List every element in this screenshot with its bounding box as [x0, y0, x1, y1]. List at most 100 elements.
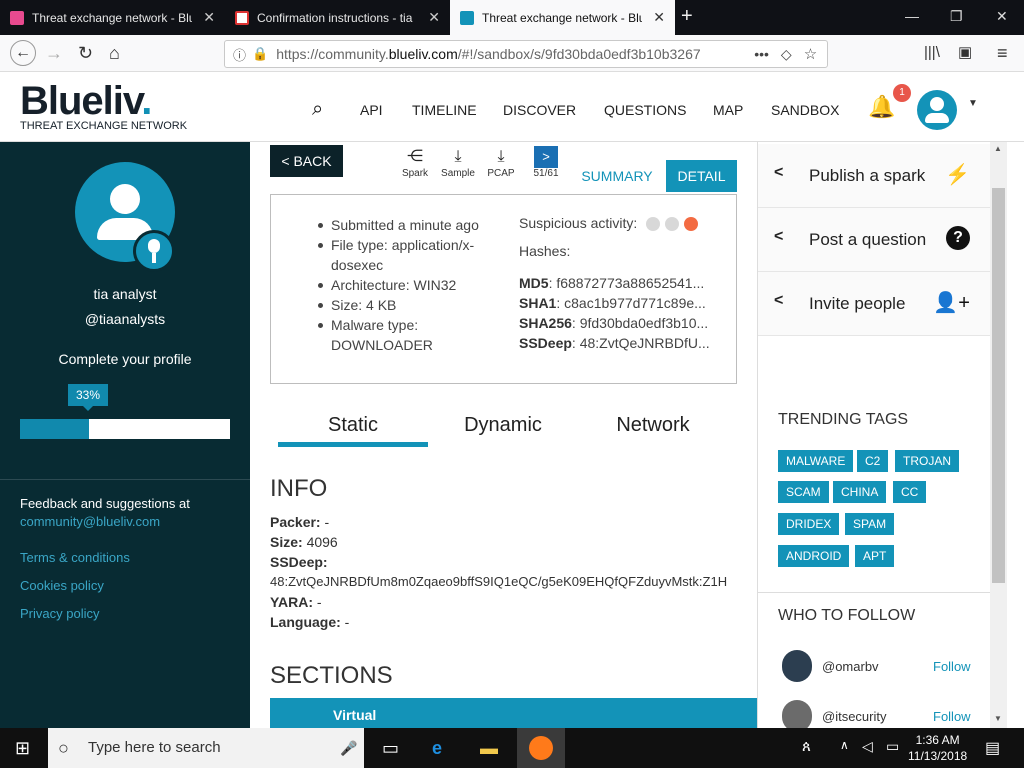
nav-map[interactable]: MAP: [713, 102, 743, 118]
volume-icon[interactable]: ◁: [862, 738, 873, 755]
new-tab-icon[interactable]: +: [681, 5, 693, 28]
invite-people-button[interactable]: < Invite people 👤+: [758, 272, 990, 336]
edge-icon[interactable]: e: [432, 738, 442, 759]
notification-bell-icon[interactable]: 🔔: [868, 94, 895, 120]
url-text[interactable]: https://community.blueliv.com/#!/sandbox…: [276, 46, 746, 62]
blueliv-favicon-icon: [460, 10, 474, 25]
cortana-icon: ○: [58, 738, 69, 758]
tag-android[interactable]: ANDROID: [778, 545, 850, 567]
tag-dridex[interactable]: DRIDEX: [778, 513, 840, 535]
tag-trojan[interactable]: TROJAN: [895, 450, 959, 472]
tab-network[interactable]: Network: [578, 414, 728, 437]
browser-tab[interactable]: Confirmation instructions - tia ✕: [225, 0, 450, 35]
chevron-left-icon: <: [774, 292, 784, 309]
back-arrow-icon[interactable]: ←: [10, 40, 36, 66]
show-hidden-icons-icon[interactable]: ∧: [840, 738, 849, 752]
taskbar-clock[interactable]: 1:36 AM 11/13/2018: [908, 732, 967, 764]
restore-icon[interactable]: ❐: [950, 8, 963, 25]
browser-tab-active[interactable]: Threat exchange network - Blu ✕: [450, 0, 675, 35]
info-language: Language: -: [270, 614, 350, 630]
sample-download-tool[interactable]: ⤓ Sample: [438, 146, 478, 179]
scrollbar-thumb[interactable]: [992, 188, 1005, 583]
virustotal-tool[interactable]: > 51/61: [530, 146, 562, 179]
tag-cc[interactable]: CC: [893, 481, 927, 503]
bookmark-star-icon[interactable]: ☆: [804, 45, 817, 63]
tab-static[interactable]: Static: [278, 414, 428, 437]
sample-details-list: Submitted a minute ago File type: applic…: [318, 215, 493, 355]
follow-button[interactable]: Follow: [933, 659, 971, 674]
post-question-button[interactable]: < Post a question ?: [758, 208, 990, 272]
windows-start-icon[interactable]: ⊞: [15, 738, 30, 759]
network-icon[interactable]: ▭: [886, 738, 899, 755]
close-window-icon[interactable]: ✕: [996, 8, 1008, 25]
gmail-favicon-icon: [235, 10, 249, 25]
suspicious-activity-label: Suspicious activity:: [519, 215, 638, 231]
tag-malware[interactable]: MALWARE: [778, 450, 854, 472]
url-bar[interactable]: ⓘ 🔒 https://community.blueliv.com/#!/san…: [224, 40, 828, 68]
blueliv-logo[interactable]: Blueliv. THREAT EXCHANGE NETWORK: [20, 80, 187, 132]
close-tab-icon[interactable]: ✕: [203, 9, 215, 26]
search-icon[interactable]: ⌕: [312, 98, 323, 121]
action-label: Post a question: [809, 230, 927, 249]
close-tab-icon[interactable]: ✕: [653, 9, 665, 26]
tab-dynamic[interactable]: Dynamic: [428, 414, 578, 437]
follow-button[interactable]: Follow: [933, 709, 971, 724]
list-item: File type: application/x-dosexec: [318, 235, 493, 275]
nav-api[interactable]: API: [360, 102, 383, 118]
tag-c2[interactable]: C2: [857, 450, 889, 472]
scroll-down-icon[interactable]: ▼: [994, 714, 1002, 723]
microphone-icon[interactable]: 🎤: [340, 728, 357, 768]
browser-tab[interactable]: Threat exchange network - Blu ✕: [0, 0, 225, 35]
list-item: Size: 4 KB: [318, 295, 493, 315]
share-icon: ⋲: [407, 148, 423, 165]
action-label: Invite people: [809, 294, 906, 313]
follow-username[interactable]: @itsecurity: [822, 709, 887, 724]
profile-progress-bar: [20, 419, 230, 439]
pocket-icon[interactable]: ◇: [781, 46, 792, 63]
spark-tool[interactable]: ⋲ Spark: [400, 146, 430, 179]
action-center-icon[interactable]: ▤: [985, 738, 1000, 758]
complete-profile-label[interactable]: Complete your profile: [0, 351, 250, 367]
tag-scam[interactable]: SCAM: [778, 481, 829, 503]
hash-ssdeep: SSDeep: 48:ZvtQeJNRBDfU...: [519, 335, 710, 351]
nav-questions[interactable]: QUESTIONS: [604, 102, 686, 118]
forward-arrow-icon[interactable]: →: [45, 43, 63, 63]
tag-china[interactable]: CHINA: [833, 481, 887, 503]
people-icon[interactable]: ጰ: [802, 738, 811, 755]
terms-link[interactable]: Terms & conditions: [20, 550, 130, 565]
hash-sha1: SHA1: c8ac1b977d771c89e...: [519, 295, 706, 311]
minimize-icon[interactable]: —: [905, 8, 919, 24]
taskbar-search-input[interactable]: ○ Type here to search 🎤: [48, 728, 364, 768]
nav-discover[interactable]: DISCOVER: [503, 102, 576, 118]
tab-detail[interactable]: DETAIL: [666, 160, 737, 192]
nav-sandbox[interactable]: SANDBOX: [771, 102, 839, 118]
info-icon[interactable]: ⓘ: [233, 45, 246, 64]
close-tab-icon[interactable]: ✕: [428, 9, 440, 26]
sidebar-toggle-icon[interactable]: ▣: [958, 43, 972, 63]
tab-summary[interactable]: SUMMARY: [572, 160, 662, 192]
user-avatar[interactable]: [917, 90, 957, 130]
list-item: Architecture: WIN32: [318, 275, 493, 295]
home-icon[interactable]: ⌂: [109, 43, 120, 63]
back-button[interactable]: < BACK: [270, 145, 343, 177]
library-icon[interactable]: |||\: [924, 43, 940, 63]
reload-icon[interactable]: ↻: [78, 43, 93, 63]
task-view-icon[interactable]: ▭: [382, 738, 399, 759]
tag-apt[interactable]: APT: [855, 545, 895, 567]
tag-spam[interactable]: SPAM: [845, 513, 895, 535]
nav-timeline[interactable]: TIMELINE: [412, 102, 477, 118]
avatar[interactable]: [782, 650, 812, 682]
follow-username[interactable]: @omarbv: [822, 659, 879, 674]
feedback-email-link[interactable]: community@blueliv.com: [20, 514, 160, 529]
page-actions-icon[interactable]: •••: [754, 46, 769, 62]
cookies-link[interactable]: Cookies policy: [20, 578, 104, 593]
pcap-download-tool[interactable]: ⤓ PCAP: [486, 146, 516, 179]
list-item: Malware type: DOWNLOADER: [318, 315, 493, 355]
file-explorer-icon[interactable]: ▬: [480, 738, 498, 759]
menu-icon[interactable]: ≡: [997, 43, 1008, 63]
user-menu-caret-icon[interactable]: ▼: [968, 98, 978, 109]
firefox-taskbar-button[interactable]: [517, 728, 565, 768]
privacy-link[interactable]: Privacy policy: [20, 606, 99, 621]
scroll-up-icon[interactable]: ▲: [994, 144, 1002, 153]
publish-spark-button[interactable]: < Publish a spark ⚡: [758, 144, 990, 208]
